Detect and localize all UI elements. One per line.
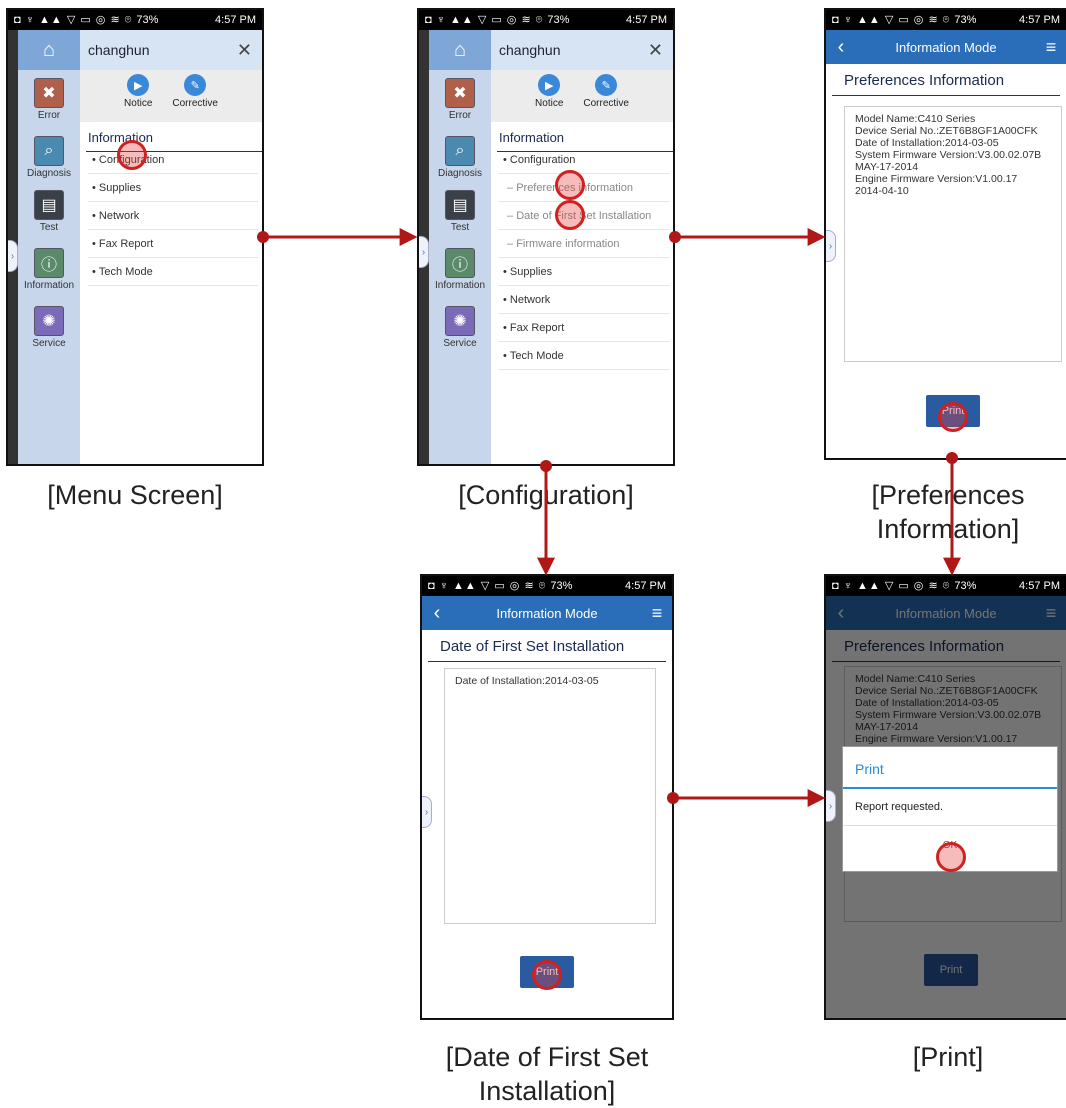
arrow-preferences-to-print (943, 452, 961, 576)
flow-arrows (257, 228, 961, 807)
arrow-date-to-print (667, 789, 826, 807)
arrow-configuration-to-date (537, 460, 555, 576)
arrow-configuration-to-preferences (669, 228, 826, 246)
arrow-menu-to-configuration (257, 228, 418, 246)
